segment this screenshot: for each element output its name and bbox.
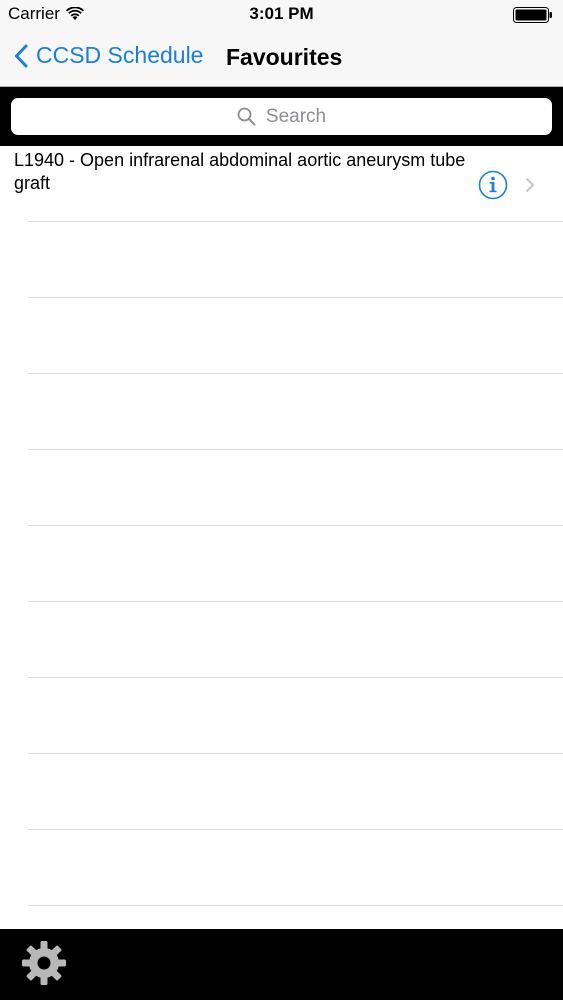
bottom-toolbar [0,929,563,1000]
page-title: Favourites [226,44,343,70]
empty-row [0,526,563,602]
info-icon[interactable] [478,170,508,200]
chevron-left-icon [15,44,28,67]
empty-row [0,374,563,450]
empty-row [0,222,563,298]
empty-row [0,298,563,374]
row-divider [28,905,563,906]
screen: Carrier 3:01 PM CCSD Schedule Favourites [0,0,563,1000]
empty-row [0,450,563,526]
favourites-list: L1940 - Open infrarenal abdominal aortic… [0,146,563,929]
back-button[interactable]: CCSD Schedule [14,42,203,69]
back-button-label: CCSD Schedule [36,42,204,68]
empty-row [0,602,563,678]
empty-row [0,830,563,906]
list-item-label: L1940 - Open infrarenal abdominal aortic… [14,150,466,193]
list-item[interactable]: L1940 - Open infrarenal abdominal aortic… [0,146,563,222]
empty-row [0,754,563,830]
search-placeholder: Search [265,105,327,127]
battery-icon [513,7,552,23]
chevron-right-icon [526,178,534,192]
status-bar: Carrier 3:01 PM [0,0,563,30]
empty-row [0,678,563,754]
search-icon [237,107,256,126]
gear-icon[interactable] [20,939,68,987]
search-input[interactable]: Search [11,98,552,135]
search-bar: Search [0,87,563,146]
navigation-bar: CCSD Schedule Favourites [0,30,563,87]
status-time: 3:01 PM [249,4,314,23]
